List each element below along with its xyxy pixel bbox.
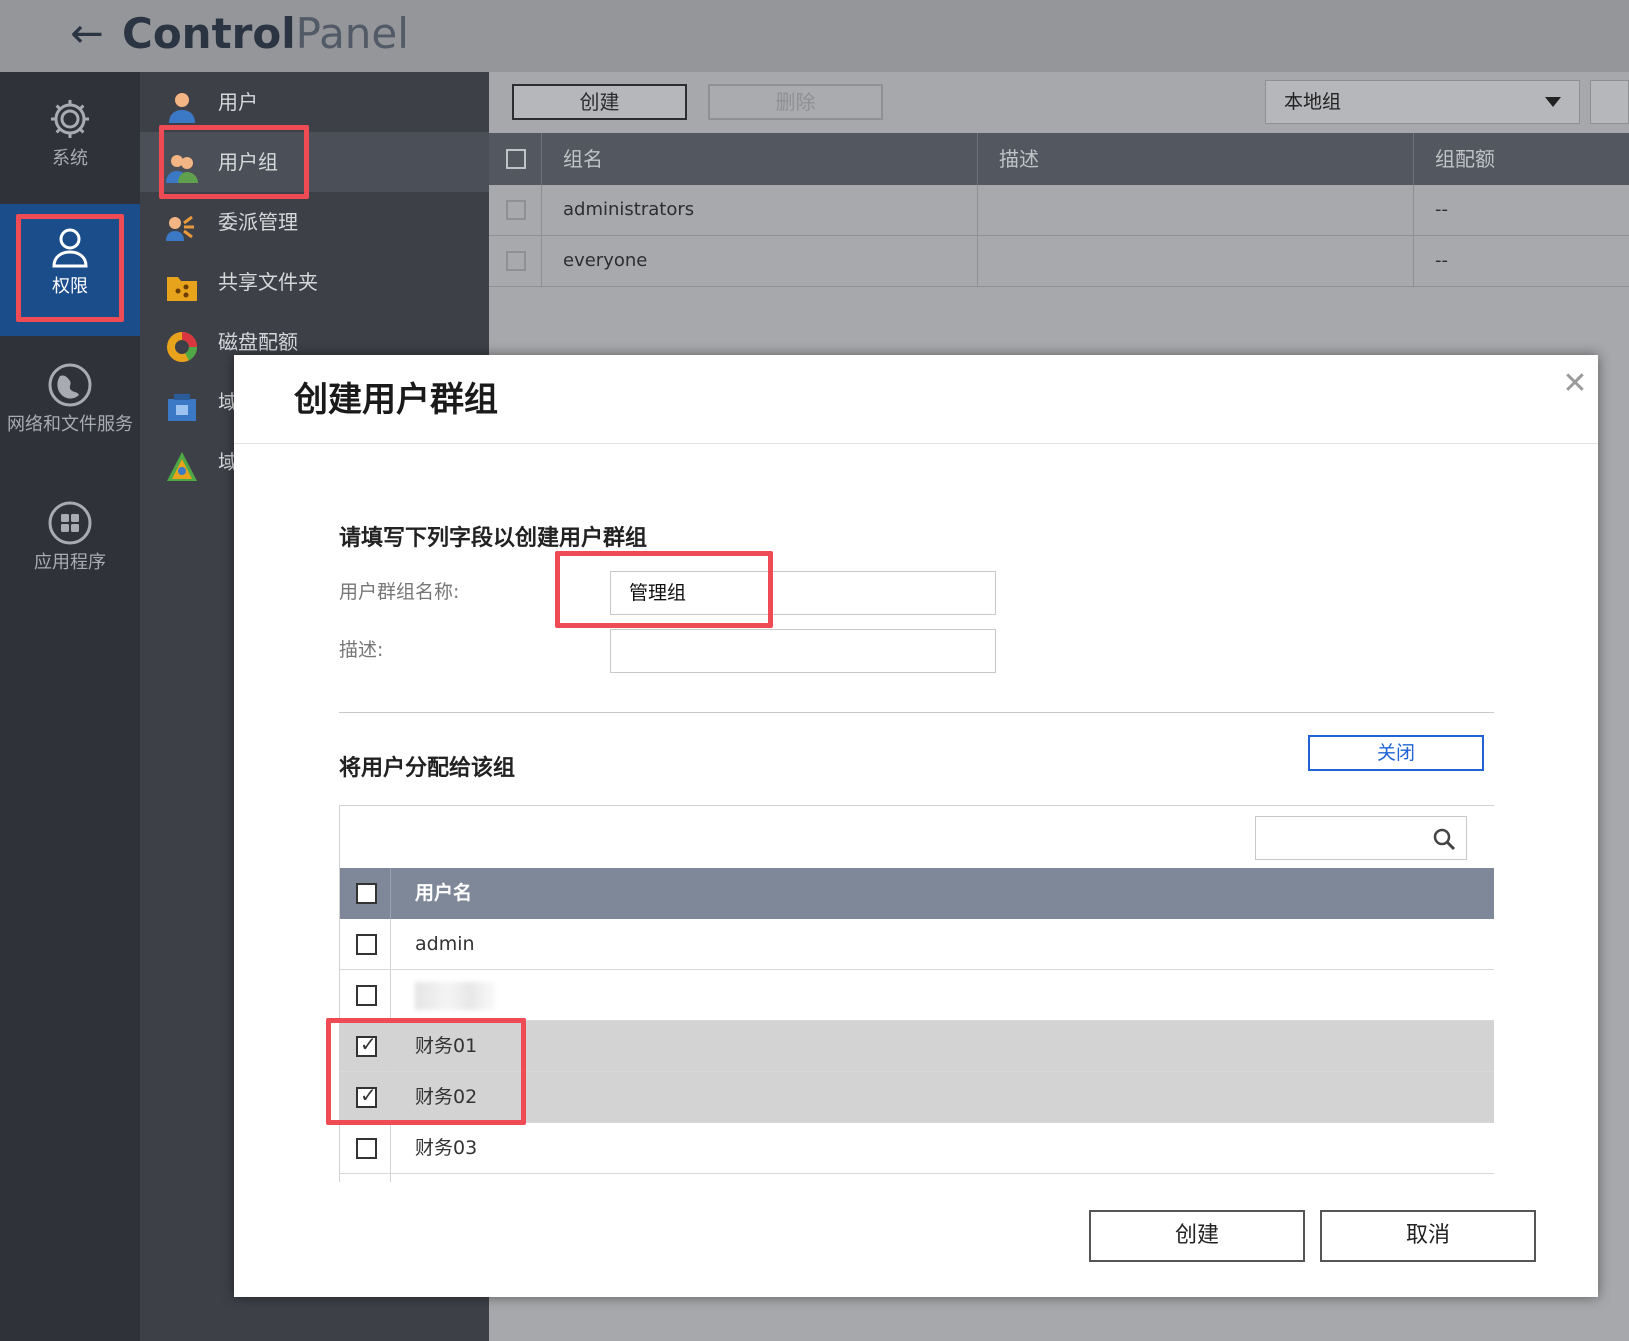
group-name-cell: administrators bbox=[563, 199, 695, 220]
delegation-icon bbox=[166, 206, 198, 241]
redacted-username bbox=[415, 982, 495, 1010]
group-name-cell: everyone bbox=[563, 250, 648, 271]
group-quota-cell: -- bbox=[1435, 199, 1448, 220]
nav-item-system[interactable]: 系统 bbox=[0, 90, 140, 210]
section-divider bbox=[339, 712, 1494, 713]
create-group-button[interactable]: 创建 bbox=[512, 84, 687, 120]
sub-item-delegation[interactable]: 委派管理 bbox=[140, 192, 489, 252]
chevron-down-icon bbox=[1545, 97, 1561, 107]
nav-item-apps[interactable]: 应用程序 bbox=[0, 500, 140, 600]
group-quota-cell: -- bbox=[1435, 250, 1448, 271]
highlight-permissions bbox=[16, 214, 124, 322]
back-arrow-icon[interactable]: ← bbox=[62, 10, 112, 58]
group-type-value: 本地组 bbox=[1284, 91, 1342, 113]
column-username[interactable]: 用户名 bbox=[415, 868, 472, 918]
user-checkbox[interactable] bbox=[356, 1138, 377, 1159]
shared-folder-icon bbox=[166, 266, 198, 301]
username-cell: 财务03 bbox=[415, 1137, 478, 1159]
description-field[interactable] bbox=[610, 629, 996, 673]
apps-grid-icon bbox=[47, 500, 93, 546]
nav-label: 应用程序 bbox=[34, 552, 106, 573]
select-all-checkbox[interactable] bbox=[506, 149, 526, 169]
row-checkbox[interactable] bbox=[506, 251, 526, 271]
table-row[interactable]: 财务03 bbox=[340, 1123, 1494, 1174]
domain-security-icon bbox=[166, 386, 198, 421]
select-all-users-checkbox[interactable] bbox=[356, 883, 377, 904]
search-icon bbox=[1432, 827, 1456, 851]
sub-item-label: 用户 bbox=[218, 90, 258, 114]
disk-quota-icon bbox=[166, 326, 198, 362]
table-row[interactable] bbox=[340, 970, 1494, 1021]
create-group-dialog: 创建用户群组 ✕ 请填写下列字段以创建用户群组 用户群组名称: 管理组 描述: … bbox=[234, 355, 1598, 1297]
domain-controller-icon bbox=[166, 446, 198, 481]
group-name-label: 用户群组名称: bbox=[339, 581, 460, 603]
section-heading-assign: 将用户分配给该组 bbox=[339, 756, 516, 781]
highlight-selected-users bbox=[326, 1018, 526, 1125]
create-button[interactable]: 创建 bbox=[1089, 1210, 1305, 1262]
app-title: ControlPanel bbox=[122, 9, 409, 58]
column-group-quota[interactable]: 组配额 bbox=[1435, 133, 1495, 185]
collapse-section-button[interactable]: 关闭 bbox=[1308, 735, 1484, 771]
sub-item-label: 共享文件夹 bbox=[218, 270, 318, 294]
user-assign-table: 用户名 admin ✓ 财务01 ✓ 财务02 财务03 bbox=[339, 805, 1494, 1182]
user-checkbox[interactable] bbox=[356, 934, 377, 955]
table-row bbox=[340, 1174, 1494, 1182]
column-description[interactable]: 描述 bbox=[999, 133, 1039, 185]
toolbar-extra-button[interactable] bbox=[1590, 80, 1629, 124]
close-icon[interactable]: ✕ bbox=[1560, 369, 1590, 399]
globe-icon bbox=[47, 362, 93, 408]
sub-item-users[interactable]: 用户 bbox=[140, 72, 489, 132]
dialog-title: 创建用户群组 bbox=[294, 380, 498, 420]
section-heading-fields: 请填写下列字段以创建用户群组 bbox=[339, 526, 648, 551]
nav-label: 网络和文件服务 bbox=[7, 414, 133, 435]
nav-label: 系统 bbox=[52, 148, 88, 169]
group-type-select[interactable]: 本地组 bbox=[1265, 80, 1580, 124]
group-table-header: 组名 描述 组配额 bbox=[489, 133, 1629, 185]
dialog-divider bbox=[234, 443, 1598, 444]
sub-item-label: 委派管理 bbox=[218, 210, 298, 234]
user-table-header: 用户名 bbox=[340, 868, 1494, 919]
user-icon bbox=[166, 86, 198, 123]
description-label: 描述: bbox=[339, 639, 384, 661]
table-row[interactable]: everyone -- bbox=[489, 236, 1629, 287]
user-checkbox[interactable] bbox=[356, 985, 377, 1006]
highlight-user-groups bbox=[159, 125, 309, 199]
username-cell: admin bbox=[415, 933, 475, 955]
table-row[interactable]: admin bbox=[340, 919, 1494, 970]
nav-item-network[interactable]: 网络和文件服务 bbox=[0, 362, 140, 482]
user-search-input[interactable] bbox=[1255, 816, 1467, 860]
gear-icon bbox=[47, 96, 93, 142]
table-row[interactable]: administrators -- bbox=[489, 185, 1629, 236]
sub-item-shared-folders[interactable]: 共享文件夹 bbox=[140, 252, 489, 312]
row-checkbox[interactable] bbox=[506, 200, 526, 220]
cancel-button[interactable]: 取消 bbox=[1320, 1210, 1536, 1262]
column-group-name[interactable]: 组名 bbox=[563, 133, 603, 185]
delete-group-button[interactable]: 删除 bbox=[708, 84, 883, 120]
highlight-group-name bbox=[555, 551, 773, 628]
